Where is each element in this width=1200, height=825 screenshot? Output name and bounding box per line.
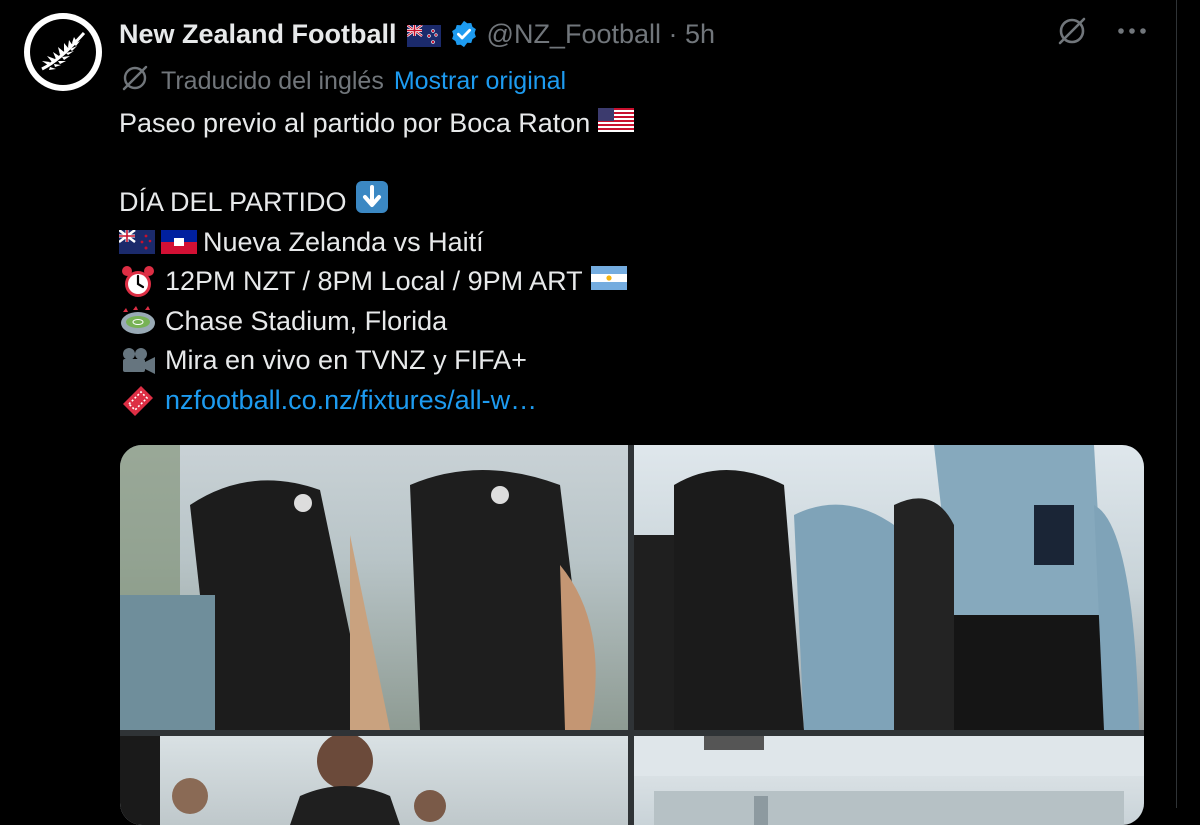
haiti-flag-icon [161,227,197,257]
new-zealand-flag-icon [405,23,441,47]
movie-camera-emoji-icon [119,346,157,376]
tweet-line: Nueva Zelanda vs Haití [119,223,634,263]
verified-badge-icon [449,19,479,49]
nz-flag-icon [119,227,155,257]
show-original-link[interactable]: Mostrar original [394,67,566,96]
alarm-clock-emoji-icon [119,265,157,297]
author-name[interactable]: New Zealand Football [119,19,397,50]
tweet-text: Paseo previo al partido por Boca Raton D… [119,104,635,421]
argentina-flag-icon [590,262,627,302]
tweet-line: Chase Stadium, Florida [119,302,634,342]
media-photo-4[interactable] [634,736,1144,825]
tweet-line-text: Nueva Zelanda vs Haití [203,226,484,257]
more-icon[interactable] [1115,14,1149,48]
avatar[interactable] [24,13,102,91]
translation-notice: Traducido del inglés Mostrar original [119,62,566,100]
tweet-line: DÍA DEL PARTIDO [119,180,634,226]
ticket-emoji-icon [119,385,157,417]
tweet-line-text: 12PM NZT / 8PM Local / 9PM ART [165,266,583,296]
media-photo-1[interactable] [120,445,628,730]
media-photo-3[interactable] [120,736,628,825]
tweet-actions [1055,14,1149,48]
us-flag-icon [598,104,635,144]
tweet-header: New Zealand Football @NZ_Football · 5h [119,14,715,54]
timeline-border [1176,0,1177,808]
tweet-line: nzfootball.co.nz/fixtures/all-w… [119,381,634,421]
down-arrow-emoji-icon [355,180,389,226]
tweet-line-text: Mira en vivo en TVNZ y FIFA+ [165,345,527,375]
tweet-line-text: DÍA DEL PARTIDO [119,187,347,217]
media-photo-2[interactable] [634,445,1144,730]
translated-label: Traducido del inglés [161,66,384,95]
grok-icon[interactable] [1055,14,1089,48]
tweet-line-text: Paseo previo al partido por Boca Raton [119,108,591,138]
media-grid [120,445,1144,825]
author-handle-time[interactable]: @NZ_Football · 5h [487,19,716,50]
translate-icon [119,62,151,101]
stadium-emoji-icon [119,306,157,336]
tweet-line: Paseo previo al partido por Boca Raton [119,104,635,144]
tweet-line: 12PM NZT / 8PM Local / 9PM ART [119,262,634,302]
fixture-link[interactable]: nzfootball.co.nz/fixtures/all-w… [165,381,537,421]
tweet-line-text: Chase Stadium, Florida [165,305,448,336]
tweet-line: Mira en vivo en TVNZ y FIFA+ [119,341,634,381]
fern-logo-icon [30,19,96,85]
